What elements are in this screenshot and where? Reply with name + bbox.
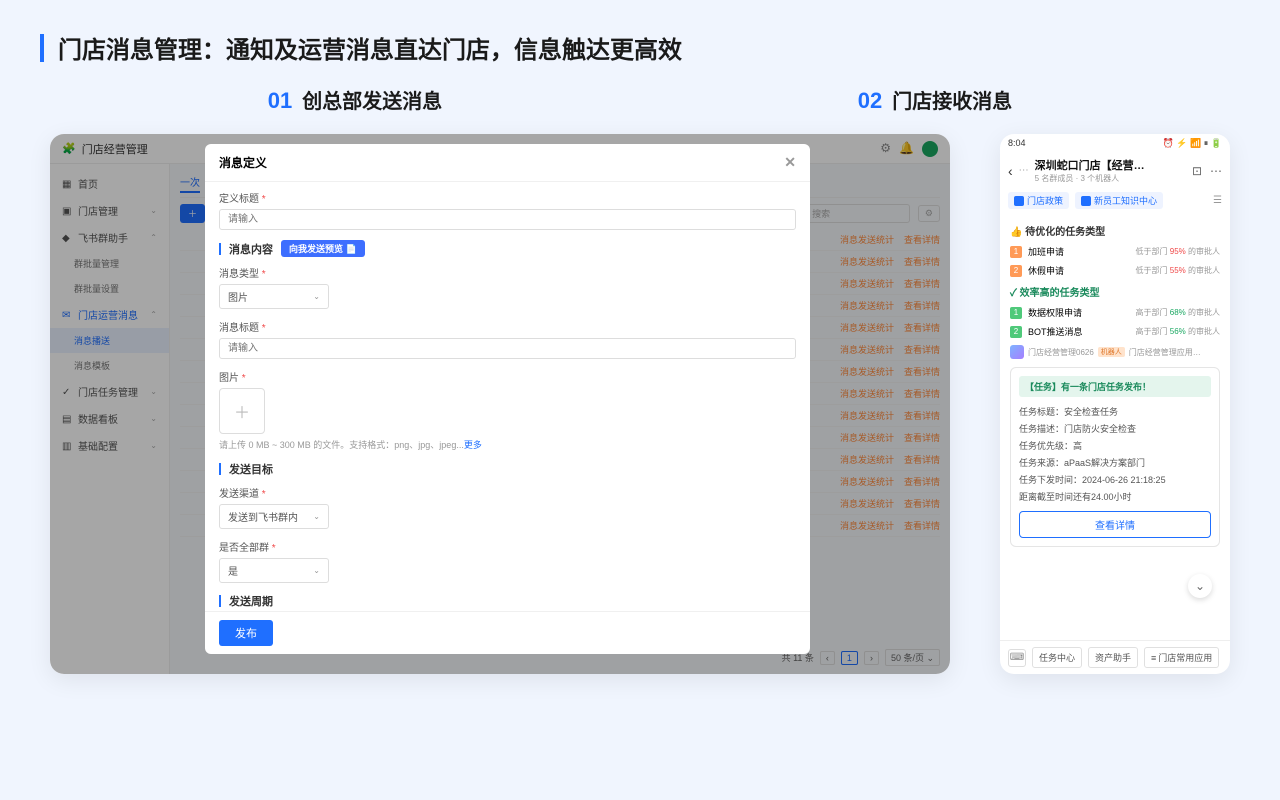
menu-icon[interactable]: ⋯ <box>1210 164 1222 178</box>
eff-section-title: ✓ 效率高的任务类型 <box>1010 284 1220 299</box>
section-content: 消息内容 向我发送预览 📄 <box>219 240 796 257</box>
view-detail-button[interactable]: 查看详情 <box>1019 511 1211 538</box>
field-channel-label: 发送渠道 * <box>219 485 796 500</box>
task-source-row: 任务来源：aPaaS解决方案部门 <box>1019 454 1211 471</box>
step-1-title: 创总部发送消息 <box>302 85 442 114</box>
status-time: 8:04 <box>1008 138 1026 149</box>
eff2-stat: 高于部门 56% 的审批人 <box>1136 326 1220 337</box>
steps-row: 01 创总部发送消息 02 门店接收消息 <box>0 85 1280 134</box>
message-modal: 消息定义 ✕ 定义标题 * 消息内容 向我发送预览 📄 消息类型 * 图片⌄ 消… <box>205 144 810 654</box>
page-header: 门店消息管理：通知及运营消息直达门店，信息触达更高效 <box>0 0 1280 85</box>
doc-icon <box>1014 196 1024 206</box>
eff-item-2: 2BOT推送消息高于部门 56% 的审批人 <box>1010 322 1220 341</box>
all-group-select[interactable]: 是⌄ <box>219 558 329 583</box>
upload-hint: 请上传 0 MB ~ 300 MB 的文件。支持格式：png、jpg、jpeg.… <box>219 438 796 451</box>
page-title: 门店消息管理：通知及运营消息直达门店，信息触达更高效 <box>58 30 682 65</box>
badge-1-icon: 1 <box>1010 307 1022 319</box>
image-upload[interactable]: ＋ <box>219 388 265 434</box>
section-cycle: 发送周期 <box>219 593 796 609</box>
modal-body: 定义标题 * 消息内容 向我发送预览 📄 消息类型 * 图片⌄ 消息标题 * 图… <box>205 182 810 611</box>
mobile-panel: 8:04 ⏰ ⚡ 📶 ⏸ 🔋 ‹ ⋯ 深圳蛇口门店【经营… 5 名群成员 · 3… <box>1000 134 1230 674</box>
keyboard-icon[interactable]: ⌨ <box>1008 649 1026 667</box>
bot-source: 门店经营管理应用… <box>1129 347 1201 358</box>
eff1-stat: 高于部门 68% 的审批人 <box>1136 307 1220 318</box>
video-icon[interactable]: ⊡ <box>1192 164 1202 178</box>
chevron-down-icon: ⌄ <box>313 566 320 575</box>
close-icon[interactable]: ✕ <box>784 154 796 171</box>
mobile-bottom-bar: ⌨ 任务中心 资产助手 ≡门店常用应用 <box>1000 640 1230 674</box>
mobile-status-bar: 8:04 ⏰ ⚡ 📶 ⏸ 🔋 <box>1000 134 1230 153</box>
opt2-stat: 低于部门 55% 的审批人 <box>1136 265 1220 276</box>
def-title-input[interactable] <box>219 209 796 230</box>
badge-2-icon: 2 <box>1010 326 1022 338</box>
publish-button[interactable]: 发布 <box>219 620 273 646</box>
step-1-num: 01 <box>268 88 292 114</box>
field-msg-title-label: 消息标题 * <box>219 319 796 334</box>
chat-title: 深圳蛇口门店【经营… 5 名群成员 · 3 个机器人 <box>1035 157 1186 184</box>
doc-icon <box>1081 196 1091 206</box>
task-card-header: 【任务】有一条门店任务发布！ <box>1019 376 1211 397</box>
chevron-down-icon: ⌄ <box>313 292 320 301</box>
mobile-header: ‹ ⋯ 深圳蛇口门店【经营… 5 名群成员 · 3 个机器人 ⊡ ⋯ <box>1000 153 1230 188</box>
back-icon[interactable]: ‹ <box>1008 163 1013 179</box>
step-1: 01 创总部发送消息 <box>268 85 442 114</box>
chevron-down-icon: ⌄ <box>313 512 320 521</box>
opt-item-1: 1加班申请低于部门 95% 的审批人 <box>1010 242 1220 261</box>
chip-asset-helper[interactable]: 资产助手 <box>1088 647 1138 668</box>
task-card: 【任务】有一条门店任务发布！ 任务标题：安全检查任务 任务描述：门店防火安全检查… <box>1010 367 1220 547</box>
tab-knowledge[interactable]: 新员工知识中心 <box>1075 192 1163 209</box>
field-msg-type-label: 消息类型 * <box>219 265 796 280</box>
chat-subtitle: 5 名群成员 · 3 个机器人 <box>1035 173 1186 184</box>
mobile-tabs: 门店政策 新员工知识中心 ☰ <box>1000 188 1230 213</box>
desktop-panel: 🧩 门店经营管理 ⚙ 🔔 ▦首页 ▣门店管理⌄ ◆飞书群助手⌃ 群批量管理 群批… <box>50 134 950 674</box>
step-2-title: 门店接收消息 <box>892 85 1012 114</box>
preview-badge[interactable]: 向我发送预览 📄 <box>281 240 365 257</box>
modal-title: 消息定义 <box>219 154 267 171</box>
task-desc-row: 任务描述：门店防火安全检查 <box>1019 420 1211 437</box>
step-2-num: 02 <box>858 88 882 114</box>
bot-header: 门店经营管理0626 机器人 门店经营管理应用… <box>1010 341 1220 363</box>
task-time-row: 任务下发时间：2024-06-26 21:18:25 <box>1019 471 1211 488</box>
status-icons: ⏰ ⚡ 📶 ⏸ 🔋 <box>1163 138 1222 149</box>
opt-section-title: 👍 待优化的任务类型 <box>1010 223 1220 238</box>
modal-footer: 发布 <box>205 611 810 654</box>
field-def-title-label: 定义标题 * <box>219 190 796 205</box>
opt1-stat: 低于部门 95% 的审批人 <box>1136 246 1220 257</box>
field-image-label: 图片 * <box>219 369 796 384</box>
task-deadline-row: 距离截至时间还有24.00小时 <box>1019 488 1211 505</box>
bot-name: 门店经营管理0626 <box>1028 347 1094 358</box>
filter-icon[interactable]: ☰ <box>1213 195 1222 206</box>
task-title-row: 任务标题：安全检查任务 <box>1019 403 1211 420</box>
field-all-group-label: 是否全部群 * <box>219 539 796 554</box>
scroll-down-button[interactable]: ⌄ <box>1188 574 1212 598</box>
badge-2-icon: 2 <box>1010 265 1022 277</box>
badge-1-icon: 1 <box>1010 246 1022 258</box>
header-accent-bar <box>40 34 44 62</box>
channel-select[interactable]: 发送到飞书群内⌄ <box>219 504 329 529</box>
eff-item-1: 1数据权限申请高于部门 68% 的审批人 <box>1010 303 1220 322</box>
chip-task-center[interactable]: 任务中心 <box>1032 647 1082 668</box>
step-2: 02 门店接收消息 <box>858 85 1012 114</box>
modal-header: 消息定义 ✕ <box>205 144 810 182</box>
chip-common-apps[interactable]: ≡门店常用应用 <box>1144 647 1219 668</box>
section-target: 发送目标 <box>219 461 796 477</box>
more-icon[interactable]: ⋯ <box>1019 165 1029 176</box>
tab-policy[interactable]: 门店政策 <box>1008 192 1069 209</box>
msg-type-select[interactable]: 图片⌄ <box>219 284 329 309</box>
bot-avatar-icon <box>1010 345 1024 359</box>
task-priority-row: 任务优先级：高 <box>1019 437 1211 454</box>
msg-title-input[interactable] <box>219 338 796 359</box>
bot-badge: 机器人 <box>1098 347 1125 357</box>
opt-item-2: 2休假申请低于部门 55% 的审批人 <box>1010 261 1220 280</box>
upload-more-link[interactable]: 更多 <box>464 440 482 450</box>
